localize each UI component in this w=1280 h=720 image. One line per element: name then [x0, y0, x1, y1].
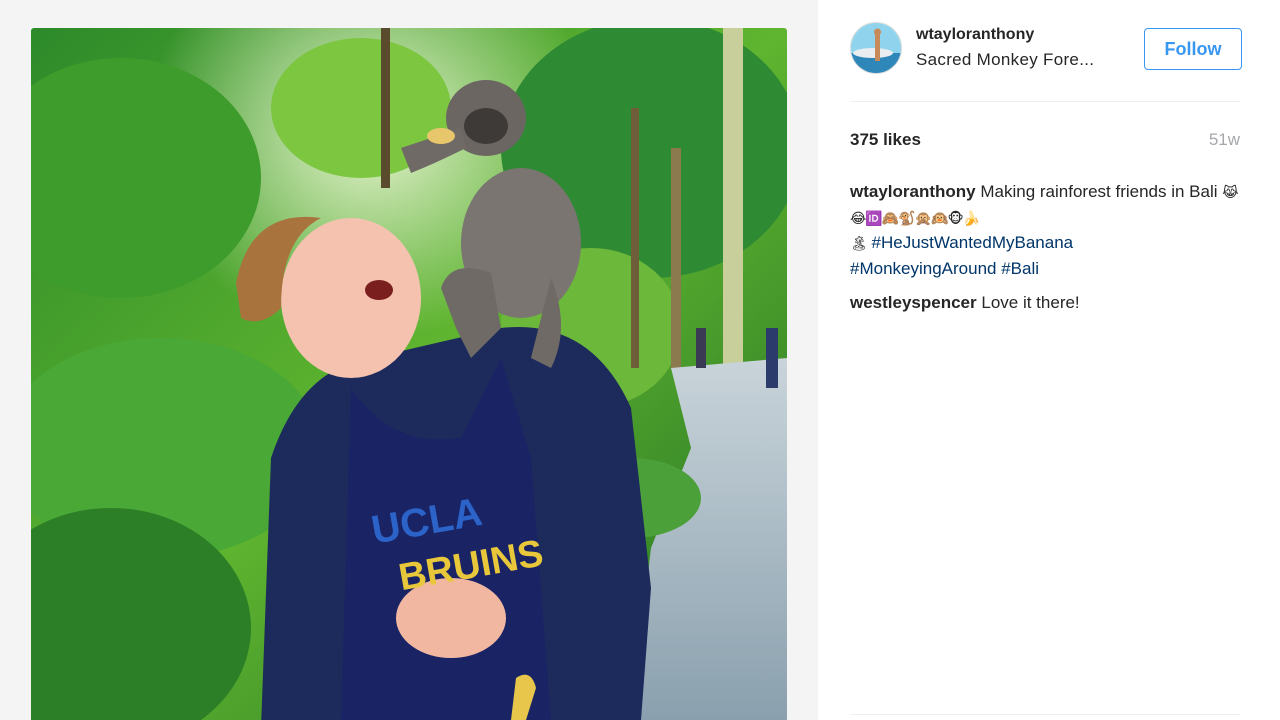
bottom-divider	[850, 714, 1240, 715]
caption-emojis-line2: 🏝	[850, 236, 868, 252]
photo-illustration: UCLA BRUINS	[31, 28, 787, 720]
hashtag-bali[interactable]: #Bali	[1001, 259, 1039, 278]
post-sidebar: wtayloranthony Sacred Monkey Fore... Fol…	[818, 0, 1280, 720]
post-photo[interactable]: UCLA BRUINS	[31, 28, 787, 720]
comment-username[interactable]: westleyspencer	[850, 293, 977, 312]
caption-block: wtayloranthony Making rainforest friends…	[850, 180, 1250, 281]
post-caption: wtayloranthony Making rainforest friends…	[850, 180, 1250, 316]
avatar-image	[851, 23, 901, 73]
comment-text: Love it there!	[981, 293, 1080, 312]
comment-item: westleyspencer Love it there!	[850, 291, 1250, 316]
photo-panel: UCLA BRUINS	[0, 0, 818, 720]
avatar[interactable]	[850, 22, 902, 74]
follow-button[interactable]: Follow	[1144, 28, 1242, 70]
post-location[interactable]: Sacred Monkey Fore...	[916, 50, 1094, 70]
caption-text: Making rainforest friends in Bali	[980, 182, 1218, 201]
caption-username[interactable]: wtayloranthony	[850, 182, 976, 201]
hashtag-hejustwantedmybanana[interactable]: #HeJustWantedMyBanana	[872, 233, 1074, 252]
post-header: wtayloranthony Sacred Monkey Fore... Fol…	[850, 20, 1242, 80]
post-username[interactable]: wtayloranthony	[916, 26, 1034, 44]
likes-count[interactable]: 375 likes	[850, 130, 921, 150]
header-divider	[850, 101, 1240, 102]
post-time[interactable]: 51w	[1209, 130, 1240, 150]
hashtag-monkeyingaround[interactable]: #MonkeyingAround	[850, 259, 996, 278]
